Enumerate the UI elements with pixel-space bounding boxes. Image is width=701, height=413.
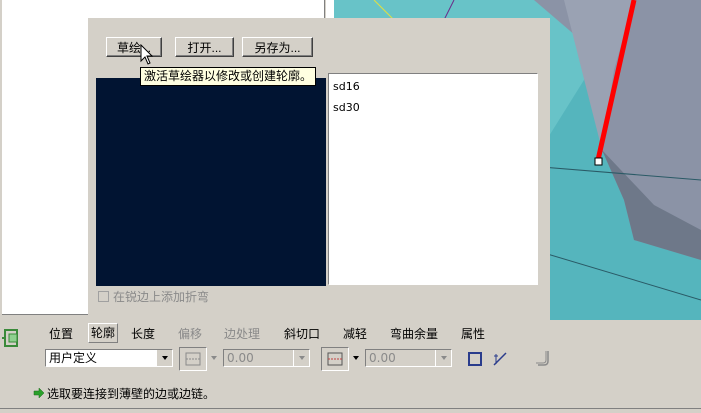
section-list[interactable]: sd16 sd30 bbox=[328, 73, 538, 285]
offset-type-button[interactable] bbox=[321, 347, 349, 371]
edge-endpoint-handle[interactable] bbox=[594, 157, 603, 166]
length-type-button[interactable] bbox=[179, 347, 207, 371]
bend-radius-button[interactable] bbox=[533, 348, 553, 368]
length-type-dropdown[interactable] bbox=[209, 349, 218, 367]
tab-profile[interactable]: 轮廓 bbox=[88, 323, 119, 343]
length-type-icon bbox=[185, 352, 201, 366]
offset-type-icon bbox=[327, 352, 343, 366]
list-item[interactable]: sd16 bbox=[333, 80, 360, 93]
open-button[interactable]: 打开... bbox=[175, 37, 234, 57]
tab-relief[interactable]: 减轻 bbox=[343, 325, 367, 342]
tab-properties[interactable]: 属性 bbox=[461, 325, 485, 342]
feature-dashboard: 位置 轮廓 长度 偏移 边处理 斜切口 减轻 弯曲余量 属性 用户定义 0.00… bbox=[0, 320, 701, 413]
list-item[interactable]: sd30 bbox=[333, 101, 360, 114]
flange-feature-icon bbox=[2, 329, 18, 347]
status-prompt: 选取要连接到薄壁的边或边链。 bbox=[47, 387, 216, 401]
pane-splitter[interactable] bbox=[326, 0, 334, 18]
thickness-flip-button[interactable] bbox=[466, 350, 484, 368]
tab-bend-allowance[interactable]: 弯曲余量 bbox=[390, 325, 438, 342]
add-bend-checkbox[interactable] bbox=[98, 291, 109, 302]
arrow-right-icon bbox=[33, 387, 45, 399]
offset-value-2-text: 0.00 bbox=[369, 351, 396, 365]
flip-direction-icon bbox=[493, 352, 507, 366]
flip-direction-button[interactable] bbox=[490, 350, 510, 368]
offset-type-dropdown[interactable] bbox=[351, 349, 360, 367]
profile-type-select[interactable]: 用户定义 bbox=[45, 349, 173, 367]
add-bend-label: 在锐边上添加折弯 bbox=[113, 290, 210, 304]
tab-placement[interactable]: 位置 bbox=[49, 325, 73, 342]
mouse-pointer-icon bbox=[140, 44, 154, 65]
chevron-down-icon[interactable] bbox=[156, 350, 172, 366]
add-bend-option: 在锐边上添加折弯 bbox=[98, 288, 209, 305]
tab-edge-treatment[interactable]: 边处理 bbox=[224, 325, 260, 342]
offset-value-1-text: 0.00 bbox=[227, 351, 254, 365]
message-area-divider bbox=[0, 408, 701, 413]
tab-length[interactable]: 长度 bbox=[131, 325, 155, 342]
chevron-down-icon[interactable] bbox=[435, 350, 451, 366]
profile-type-value: 用户定义 bbox=[49, 351, 98, 365]
sketch-preview bbox=[96, 78, 326, 286]
thickness-icon bbox=[468, 352, 482, 366]
sketch-tooltip: 激活草绘器以修改或创建轮廓。 bbox=[140, 67, 317, 86]
offset-value-1[interactable]: 0.00 bbox=[223, 349, 310, 367]
tab-offset[interactable]: 偏移 bbox=[178, 325, 202, 342]
tab-miter-cuts[interactable]: 斜切口 bbox=[284, 325, 320, 342]
profile-panel: 草绘... 打开... 另存为... sd16 sd30 在锐边上添加折弯 bbox=[88, 18, 550, 320]
offset-value-2[interactable]: 0.00 bbox=[365, 349, 452, 367]
chevron-down-icon[interactable] bbox=[293, 350, 309, 366]
save-as-button[interactable]: 另存为... bbox=[242, 37, 313, 57]
bend-radius-icon bbox=[536, 351, 549, 366]
